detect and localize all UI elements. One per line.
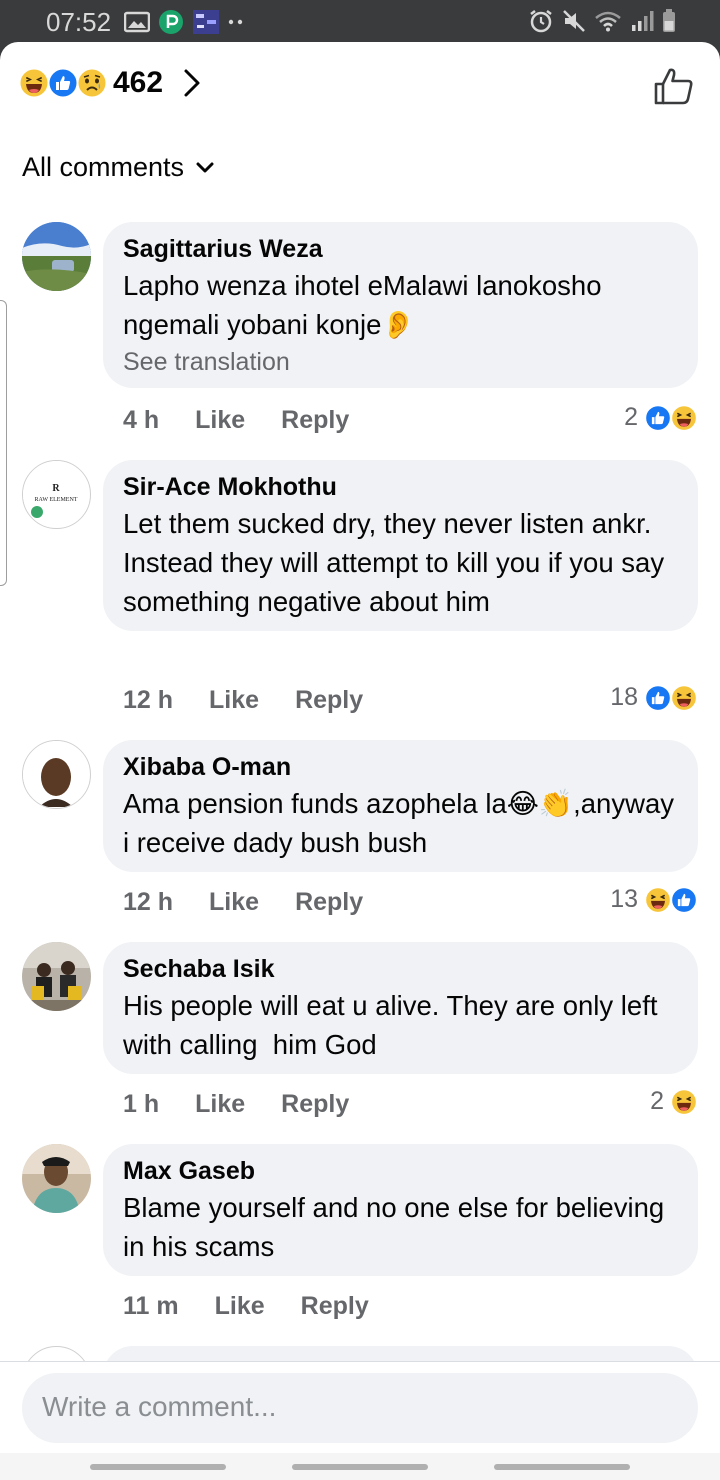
comment-time: 4 h xyxy=(123,406,160,434)
gesture-nav-bar xyxy=(0,1453,720,1480)
comment-bubble[interactable]: Sechaba Isik His people will eat u alive… xyxy=(103,942,698,1074)
comment-actions: 12 h Like Reply xyxy=(123,686,363,715)
comment-text: Let them sucked dry, they never listen a… xyxy=(123,508,665,617)
status-time: 07:52 xyxy=(46,7,112,37)
like-reaction-icon xyxy=(670,885,698,914)
avatar[interactable] xyxy=(22,1144,91,1213)
like-post-button[interactable] xyxy=(652,64,696,108)
reply-button[interactable]: Reply xyxy=(301,1292,369,1321)
signal-icon xyxy=(632,11,654,31)
mute-icon xyxy=(563,10,585,32)
comment-actions: 4 h Like Reply xyxy=(123,406,349,435)
comment-author[interactable]: Sir-Ace Mokhothu xyxy=(123,472,678,502)
comment-author[interactable]: Xibaba O-man xyxy=(123,752,678,782)
comment-author[interactable]: Sagittarius Weza xyxy=(123,234,678,264)
reply-button[interactable]: Reply xyxy=(295,686,363,715)
see-translation-link[interactable]: See translation xyxy=(123,346,678,378)
comment-reaction-count: 2 xyxy=(624,403,638,431)
comment-reaction-count: 2 xyxy=(650,1087,664,1115)
comment-bubble[interactable]: Max Gaseb Blame yourself and no one else… xyxy=(103,1144,698,1276)
reaction-summary-button[interactable]: 462 xyxy=(18,66,201,100)
comment-input[interactable]: Write a comment... xyxy=(42,1391,276,1423)
comment-author[interactable]: Max Gaseb xyxy=(123,1156,678,1186)
comment-time: 1 h xyxy=(123,1090,160,1118)
reply-button[interactable]: Reply xyxy=(281,1090,349,1119)
avatar[interactable] xyxy=(22,942,91,1011)
avatar[interactable] xyxy=(22,222,91,291)
reply-button[interactable]: Reply xyxy=(295,888,363,917)
nav-pill[interactable] xyxy=(90,1464,226,1470)
comment-bubble[interactable]: Sagittarius Weza Lapho wenza ihotel eMal… xyxy=(103,222,698,388)
tv-icon xyxy=(193,10,219,34)
chevron-down-icon xyxy=(196,162,214,172)
reaction-count: 462 xyxy=(113,66,164,99)
comment-actions: 1 h Like Reply xyxy=(123,1090,349,1119)
avatar[interactable]: R RAW ELEMENT xyxy=(22,460,91,529)
nav-pill[interactable] xyxy=(494,1464,630,1470)
comment-reactions[interactable]: 2 xyxy=(650,1087,698,1116)
comment-actions: 12 h Like Reply xyxy=(123,888,363,917)
like-reaction-icon xyxy=(47,67,79,99)
chevron-right-icon xyxy=(184,69,200,97)
like-comment-button[interactable]: Like xyxy=(195,1090,245,1119)
like-comment-button[interactable]: Like xyxy=(195,406,245,435)
svg-text:R: R xyxy=(52,483,60,494)
comment-text: Lapho wenza ihotel eMalawi lanokosho nge… xyxy=(123,270,602,340)
comment-reaction-count: 13 xyxy=(610,885,638,913)
comment-actions: 11 m Like Reply xyxy=(123,1292,369,1321)
wifi-icon xyxy=(595,11,621,32)
side-edge-handle xyxy=(0,300,7,586)
comment-text: Ama pension funds azophela la😂👏,anyway i… xyxy=(123,788,674,858)
comment-time: 12 h xyxy=(123,686,174,714)
comment-reactions[interactable]: 13 xyxy=(610,885,698,914)
filter-label: All comments xyxy=(22,152,185,182)
thumbs-up-outline-icon xyxy=(654,68,693,105)
like-comment-button[interactable]: Like xyxy=(209,686,259,715)
more-dots-icon xyxy=(228,19,243,25)
comment-reactions[interactable]: 18 xyxy=(610,683,698,712)
reply-button[interactable]: Reply xyxy=(281,406,349,435)
reactions-header: 462 xyxy=(0,42,720,132)
comments-sheet: 462 All comments Sagittarius Weza Lapho … xyxy=(0,42,720,1480)
like-reaction-icon xyxy=(644,403,672,432)
comment-composer[interactable]: Write a comment... xyxy=(22,1373,698,1443)
like-comment-button[interactable]: Like xyxy=(215,1292,265,1321)
svg-text:RAW ELEMENT: RAW ELEMENT xyxy=(35,497,78,503)
haha-reaction-icon xyxy=(670,683,698,712)
comment-bubble[interactable]: Sir-Ace Mokhothu Let them sucked dry, th… xyxy=(103,460,698,631)
comment-text: Blame yourself and no one else for belie… xyxy=(123,1192,665,1262)
status-bar: 07:52 xyxy=(0,0,720,42)
comment-reactions[interactable]: 2 xyxy=(624,403,698,432)
battery-icon xyxy=(663,9,675,32)
haha-reaction-icon xyxy=(18,67,50,99)
avatar[interactable] xyxy=(22,740,91,809)
comment-reaction-count: 18 xyxy=(610,683,638,711)
like-reaction-icon xyxy=(644,683,672,712)
comment-time: 11 m xyxy=(123,1292,179,1320)
comment-text: His people will eat u alive. They are on… xyxy=(123,990,681,1060)
haha-reaction-icon xyxy=(644,885,672,914)
comment-author[interactable]: Sechaba Isik xyxy=(123,954,678,984)
gallery-icon xyxy=(124,11,150,33)
nav-pill[interactable] xyxy=(292,1464,428,1470)
composer-bar: Write a comment... xyxy=(0,1362,720,1453)
p-app-icon xyxy=(159,10,183,34)
haha-reaction-icon xyxy=(670,1087,698,1116)
comment-time: 12 h xyxy=(123,888,174,916)
comment-bubble[interactable]: Xibaba O-man Ama pension funds azophela … xyxy=(103,740,698,872)
sad-reaction-icon xyxy=(76,67,108,99)
comments-filter-dropdown[interactable]: All comments xyxy=(22,152,214,183)
haha-reaction-icon xyxy=(670,403,698,432)
alarm-icon xyxy=(530,10,552,33)
like-comment-button[interactable]: Like xyxy=(209,888,259,917)
